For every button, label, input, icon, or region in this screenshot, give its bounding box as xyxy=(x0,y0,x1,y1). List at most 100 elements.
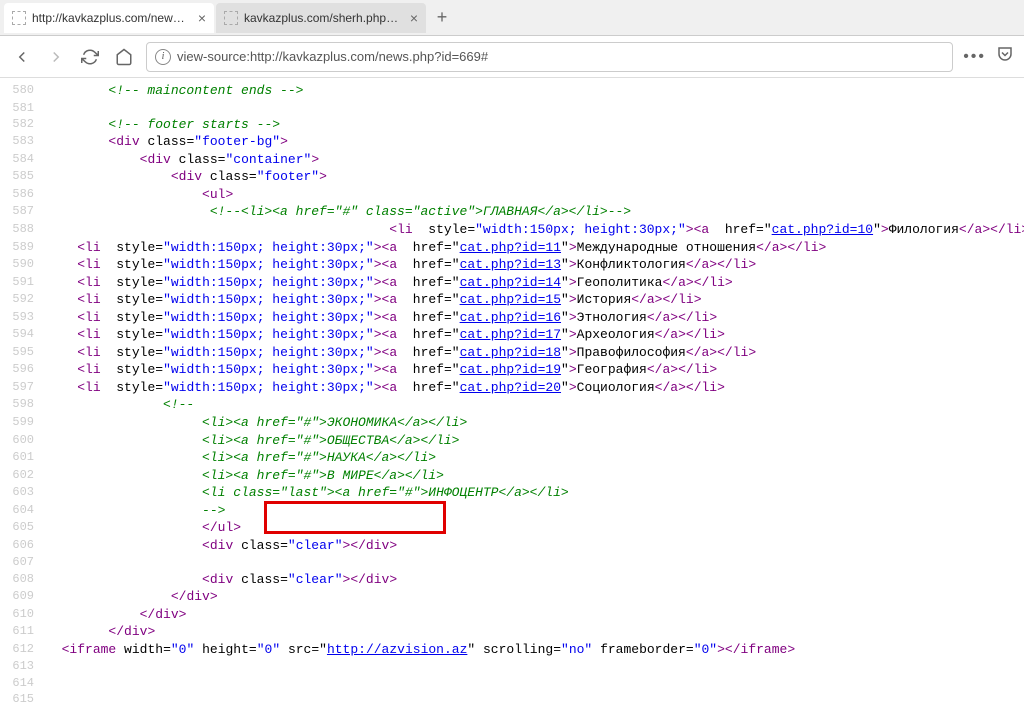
line-number: 585 xyxy=(0,168,46,186)
source-line[interactable]: 588 <li style="width:150px; height:30px;… xyxy=(0,221,1024,239)
line-number: 612 xyxy=(0,641,46,659)
tab-2[interactable]: kavkazplus.com/sherh.php?action=… × xyxy=(216,3,426,33)
source-line[interactable]: 583 <div class="footer-bg"> xyxy=(0,133,1024,151)
source-line[interactable]: 597 <li style="width:150px; height:30px;… xyxy=(0,379,1024,397)
source-line[interactable]: 614 xyxy=(0,675,1024,691)
line-number: 582 xyxy=(0,116,46,134)
back-button[interactable] xyxy=(10,45,34,69)
line-number: 583 xyxy=(0,133,46,151)
line-number: 592 xyxy=(0,291,46,309)
source-line[interactable]: 589 <li style="width:150px; height:30px;… xyxy=(0,239,1024,257)
source-line[interactable]: 594 <li style="width:150px; height:30px;… xyxy=(0,326,1024,344)
source-line[interactable]: 593 <li style="width:150px; height:30px;… xyxy=(0,309,1024,327)
source-line[interactable]: 586 <ul> xyxy=(0,186,1024,204)
source-line[interactable]: 604 --> xyxy=(0,502,1024,520)
line-number: 584 xyxy=(0,151,46,169)
code-content: </div> xyxy=(46,588,1024,606)
code-content: <!-- footer starts --> xyxy=(46,116,1024,134)
source-line[interactable]: 610 </div> xyxy=(0,606,1024,624)
code-content: <!-- xyxy=(46,396,1024,414)
source-line[interactable]: 595 <li style="width:150px; height:30px;… xyxy=(0,344,1024,362)
forward-button[interactable] xyxy=(44,45,68,69)
source-line[interactable]: 613 xyxy=(0,658,1024,674)
code-content: <iframe width="0" height="0" src="http:/… xyxy=(46,641,1024,659)
line-number: 611 xyxy=(0,623,46,641)
line-number: 590 xyxy=(0,256,46,274)
pocket-icon[interactable] xyxy=(996,45,1014,68)
source-line[interactable]: 591 <li style="width:150px; height:30px;… xyxy=(0,274,1024,292)
source-line[interactable]: 605 </ul> xyxy=(0,519,1024,537)
line-number: 613 xyxy=(0,658,46,674)
source-line[interactable]: 603 <li class="last"><a href="#">ИНФОЦЕН… xyxy=(0,484,1024,502)
tab-title: kavkazplus.com/sherh.php?action=… xyxy=(244,11,402,25)
source-line[interactable]: 606 <div class="clear"></div> xyxy=(0,537,1024,555)
source-line[interactable]: 607 xyxy=(0,554,1024,570)
source-line[interactable]: 602 <li><a href="#">В МИРЕ</a></li> xyxy=(0,467,1024,485)
code-content: <div class="clear"></div> xyxy=(46,537,1024,555)
code-content: </ul> xyxy=(46,519,1024,537)
source-line[interactable]: 600 <li><a href="#">ОБЩЕСТВА</a></li> xyxy=(0,432,1024,450)
line-number: 599 xyxy=(0,414,46,432)
toolbar-right: ••• xyxy=(963,45,1014,68)
code-content xyxy=(46,554,1024,570)
source-line[interactable]: 581 xyxy=(0,100,1024,116)
source-line[interactable]: 611 </div> xyxy=(0,623,1024,641)
home-button[interactable] xyxy=(112,45,136,69)
more-icon[interactable]: ••• xyxy=(963,48,986,66)
source-line[interactable]: 580 <!-- maincontent ends --> xyxy=(0,82,1024,100)
line-number: 603 xyxy=(0,484,46,502)
source-line[interactable]: 582 <!-- footer starts --> xyxy=(0,116,1024,134)
source-line[interactable]: 608 <div class="clear"></div> xyxy=(0,571,1024,589)
line-number: 587 xyxy=(0,203,46,221)
line-number: 586 xyxy=(0,186,46,204)
code-content: <ul> xyxy=(46,186,1024,204)
line-number: 588 xyxy=(0,221,46,239)
source-line[interactable]: 615 xyxy=(0,691,1024,707)
close-icon[interactable]: × xyxy=(198,10,206,26)
line-number: 602 xyxy=(0,467,46,485)
code-content: <!--<li><a href="#" class="active">ГЛАВН… xyxy=(46,203,1024,221)
source-line[interactable]: 596 <li style="width:150px; height:30px;… xyxy=(0,361,1024,379)
source-line[interactable]: 599 <li><a href="#">ЭКОНОМИКА</a></li> xyxy=(0,414,1024,432)
line-number: 581 xyxy=(0,100,46,116)
reload-button[interactable] xyxy=(78,45,102,69)
line-number: 610 xyxy=(0,606,46,624)
code-content: <li><a href="#">НАУКА</a></li> xyxy=(46,449,1024,467)
code-content: <li style="width:150px; height:30px;"><a… xyxy=(46,379,1024,397)
page-icon xyxy=(224,11,238,25)
new-tab-button[interactable]: + xyxy=(428,4,456,32)
line-number: 580 xyxy=(0,82,46,100)
url-text: view-source:http://kavkazplus.com/news.p… xyxy=(177,49,944,64)
source-line[interactable]: 584 <div class="container"> xyxy=(0,151,1024,169)
code-content: <li style="width:150px; height:30px;"><a… xyxy=(46,291,1024,309)
line-number: 606 xyxy=(0,537,46,555)
code-content: <li><a href="#">ОБЩЕСТВА</a></li> xyxy=(46,432,1024,450)
line-number: 607 xyxy=(0,554,46,570)
info-icon[interactable]: i xyxy=(155,49,171,65)
url-bar[interactable]: i view-source:http://kavkazplus.com/news… xyxy=(146,42,953,72)
line-number: 598 xyxy=(0,396,46,414)
tab-1[interactable]: http://kavkazplus.com/news.php?id… × xyxy=(4,3,214,33)
line-number: 591 xyxy=(0,274,46,292)
source-line[interactable]: 592 <li style="width:150px; height:30px;… xyxy=(0,291,1024,309)
tab-bar: http://kavkazplus.com/news.php?id… × kav… xyxy=(0,0,1024,36)
line-number: 593 xyxy=(0,309,46,327)
line-number: 614 xyxy=(0,675,46,691)
source-line[interactable]: 609 </div> xyxy=(0,588,1024,606)
close-icon[interactable]: × xyxy=(410,10,418,26)
source-line[interactable]: 587 <!--<li><a href="#" class="active">Г… xyxy=(0,203,1024,221)
code-content: <div class="clear"></div> xyxy=(46,571,1024,589)
source-view[interactable]: 580 <!-- maincontent ends -->581582 <!--… xyxy=(0,78,1024,711)
source-line[interactable]: 612 <iframe width="0" height="0" src="ht… xyxy=(0,641,1024,659)
code-content: <li style="width:150px; height:30px;"><a… xyxy=(46,344,1024,362)
source-line[interactable]: 585 <div class="footer"> xyxy=(0,168,1024,186)
page-icon xyxy=(12,11,26,25)
code-content xyxy=(46,658,1024,674)
line-number: 589 xyxy=(0,239,46,257)
source-line[interactable]: 601 <li><a href="#">НАУКА</a></li> xyxy=(0,449,1024,467)
tab-title: http://kavkazplus.com/news.php?id… xyxy=(32,11,190,25)
code-content xyxy=(46,100,1024,116)
source-line[interactable]: 590 <li style="width:150px; height:30px;… xyxy=(0,256,1024,274)
source-line[interactable]: 598 <!-- xyxy=(0,396,1024,414)
code-content: <li><a href="#">ЭКОНОМИКА</a></li> xyxy=(46,414,1024,432)
